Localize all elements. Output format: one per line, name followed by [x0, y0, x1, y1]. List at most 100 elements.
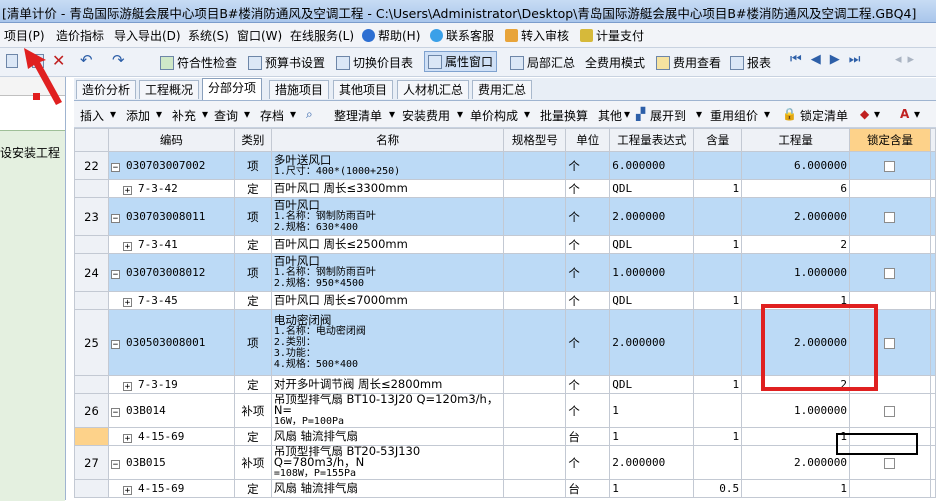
- spec-cell[interactable]: [503, 291, 567, 310]
- quantity-cell[interactable]: 2.000000: [741, 197, 851, 236]
- reuse-pricing-button[interactable]: 重用组价: [710, 107, 758, 124]
- header-unit[interactable]: 单位: [565, 128, 611, 152]
- unit-cell[interactable]: 个: [565, 393, 611, 428]
- content-cell[interactable]: 0.5: [693, 479, 743, 498]
- table-row[interactable]: 24−030703008012 项百叶风口 1.名称：钢制防雨百叶 2.规格：950*…: [74, 253, 936, 292]
- name-cell[interactable]: 百叶风口 周长≤2500mm: [270, 235, 505, 254]
- unit-cell[interactable]: 个: [565, 445, 611, 480]
- table-row[interactable]: 26−03B014 补项 吊顶型排气扇 BT10-13J20 Q=120m3/h，N…: [74, 393, 936, 428]
- table-row[interactable]: 22−030703007002 项多叶送风口 1.尺寸：400*(1000+250)…: [74, 151, 936, 180]
- type-cell[interactable]: 补项: [233, 445, 272, 480]
- header-quantity-expression[interactable]: 工程量表达式: [609, 128, 695, 152]
- type-cell[interactable]: 定: [233, 375, 272, 394]
- name-cell[interactable]: 百叶风口 1.名称：钢制防雨百叶 2.规格：630*400: [270, 197, 505, 236]
- lock-content-cell[interactable]: [849, 479, 931, 498]
- lock-checkbox[interactable]: [884, 457, 896, 469]
- name-cell[interactable]: 百叶风口 1.名称：钢制防雨百叶 2.规格：950*4500: [270, 253, 505, 292]
- quantity-expression-cell[interactable]: 2.000000: [609, 309, 695, 376]
- spec-cell[interactable]: [503, 309, 567, 376]
- quantity-expression-cell[interactable]: QDL: [609, 179, 695, 198]
- spec-cell[interactable]: [503, 151, 567, 180]
- add-button[interactable]: 添加: [126, 107, 150, 124]
- quantity-expression-cell[interactable]: 2.000000: [609, 197, 695, 236]
- code-cell[interactable]: +7-3-41: [107, 235, 235, 254]
- table-row[interactable]: 27−03B015 补项 吊顶型排气扇 BT20-53J130 Q=780m3/h，…: [74, 445, 936, 480]
- collapse-icon[interactable]: −: [110, 408, 120, 418]
- unit-cell[interactable]: 个: [565, 179, 611, 198]
- quantity-expression-cell[interactable]: 2.000000: [609, 445, 695, 480]
- unit-cell[interactable]: 个: [565, 235, 611, 254]
- expand-icon[interactable]: +: [122, 242, 132, 252]
- partial-summary-button[interactable]: 局部汇总: [510, 54, 575, 71]
- unit-price-dropdown-icon[interactable]: ▾: [524, 107, 530, 121]
- content-cell[interactable]: 1: [693, 179, 743, 198]
- content-cell[interactable]: [693, 393, 743, 428]
- row-number-cell[interactable]: [74, 291, 109, 310]
- back-forward-arrows[interactable]: ◂▸: [895, 52, 920, 67]
- spec-cell[interactable]: [503, 479, 567, 498]
- archive-dropdown-icon[interactable]: ▾: [290, 107, 296, 121]
- table-row[interactable]: +7-3-42 定百叶风口 周长≤3300mm 个 QDL 1 6: [74, 179, 936, 198]
- font-color-icon[interactable]: A: [900, 107, 909, 121]
- expand-icon[interactable]: +: [122, 434, 132, 444]
- fill-color-dropdown-icon[interactable]: ▾: [874, 107, 880, 121]
- type-cell[interactable]: 补项: [233, 393, 272, 428]
- budget-settings-button[interactable]: 预算书设置: [248, 54, 325, 71]
- quantity-expression-cell[interactable]: 1: [609, 393, 695, 428]
- binoculars-icon[interactable]: ⌕: [306, 107, 313, 122]
- spec-cell[interactable]: [503, 253, 567, 292]
- switch-price-list-button[interactable]: 切换价目表: [336, 54, 413, 71]
- header-spec[interactable]: 规格型号: [503, 128, 567, 152]
- query-dropdown-icon[interactable]: ▾: [244, 107, 250, 121]
- insert-dropdown-icon[interactable]: ▾: [110, 107, 116, 121]
- quantity-expression-cell[interactable]: 1.000000: [609, 253, 695, 292]
- type-cell[interactable]: 定: [233, 291, 272, 310]
- collapse-icon[interactable]: −: [110, 340, 120, 350]
- code-cell[interactable]: +7-3-42: [107, 179, 235, 198]
- content-cell[interactable]: [693, 151, 743, 180]
- expand-to-button[interactable]: 展开到: [650, 107, 686, 124]
- header-name[interactable]: 名称: [270, 128, 505, 152]
- install-cost-dropdown-icon[interactable]: ▾: [457, 107, 463, 121]
- quantity-cell[interactable]: 2.000000: [741, 445, 851, 480]
- expand-icon[interactable]: +: [122, 486, 132, 496]
- row-number-cell[interactable]: [74, 427, 109, 446]
- expand-icon[interactable]: +: [122, 186, 132, 196]
- organize-dropdown-icon[interactable]: ▾: [389, 107, 395, 121]
- other-dropdown-icon[interactable]: ▾: [624, 107, 630, 121]
- menu-help[interactable]: 帮助(H): [362, 27, 420, 44]
- lock-content-cell[interactable]: [849, 235, 931, 254]
- quantity-cell[interactable]: 1.000000: [741, 253, 851, 292]
- quantity-cell[interactable]: 2: [741, 235, 851, 254]
- table-row[interactable]: +4-15-69 定风扇 轴流排气扇台 1 0.5 1: [74, 479, 936, 498]
- left-panel-tree[interactable]: [0, 130, 65, 501]
- code-cell[interactable]: −030703007002: [107, 151, 235, 180]
- supplement-dropdown-icon[interactable]: ▾: [202, 107, 208, 121]
- header-type[interactable]: 类别: [233, 128, 272, 152]
- unit-cell[interactable]: 台: [565, 427, 611, 446]
- tab-other-items[interactable]: 其他项目: [333, 80, 394, 99]
- unit-cell[interactable]: 个: [565, 291, 611, 310]
- redo-icon[interactable]: ↷: [112, 51, 125, 69]
- tab-measures[interactable]: 措施项目: [269, 80, 330, 99]
- code-cell[interactable]: +7-3-19: [107, 375, 235, 394]
- supplement-button[interactable]: 补充: [172, 107, 196, 124]
- code-cell[interactable]: −03B014: [107, 393, 235, 428]
- spec-cell[interactable]: [503, 427, 567, 446]
- header-code[interactable]: 编码: [107, 128, 235, 152]
- collapse-icon[interactable]: −: [110, 270, 120, 280]
- fill-color-icon[interactable]: ◆: [860, 107, 869, 121]
- name-cell[interactable]: 百叶风口 周长≤3300mm: [270, 179, 505, 198]
- lock-content-cell[interactable]: [849, 151, 931, 180]
- archive-button[interactable]: 存档: [260, 107, 284, 124]
- tab-project-overview[interactable]: 工程概况: [139, 80, 200, 99]
- spec-cell[interactable]: [503, 375, 567, 394]
- content-cell[interactable]: 1: [693, 235, 743, 254]
- quantity-cell[interactable]: 1.000000: [741, 393, 851, 428]
- menu-window[interactable]: 窗口(W): [237, 27, 282, 44]
- lock-content-cell[interactable]: [849, 253, 931, 292]
- report-button[interactable]: 报表: [730, 54, 771, 71]
- code-cell[interactable]: −03B015: [107, 445, 235, 480]
- organize-list-button[interactable]: 整理清单: [334, 107, 382, 124]
- lock-content-cell[interactable]: [849, 179, 931, 198]
